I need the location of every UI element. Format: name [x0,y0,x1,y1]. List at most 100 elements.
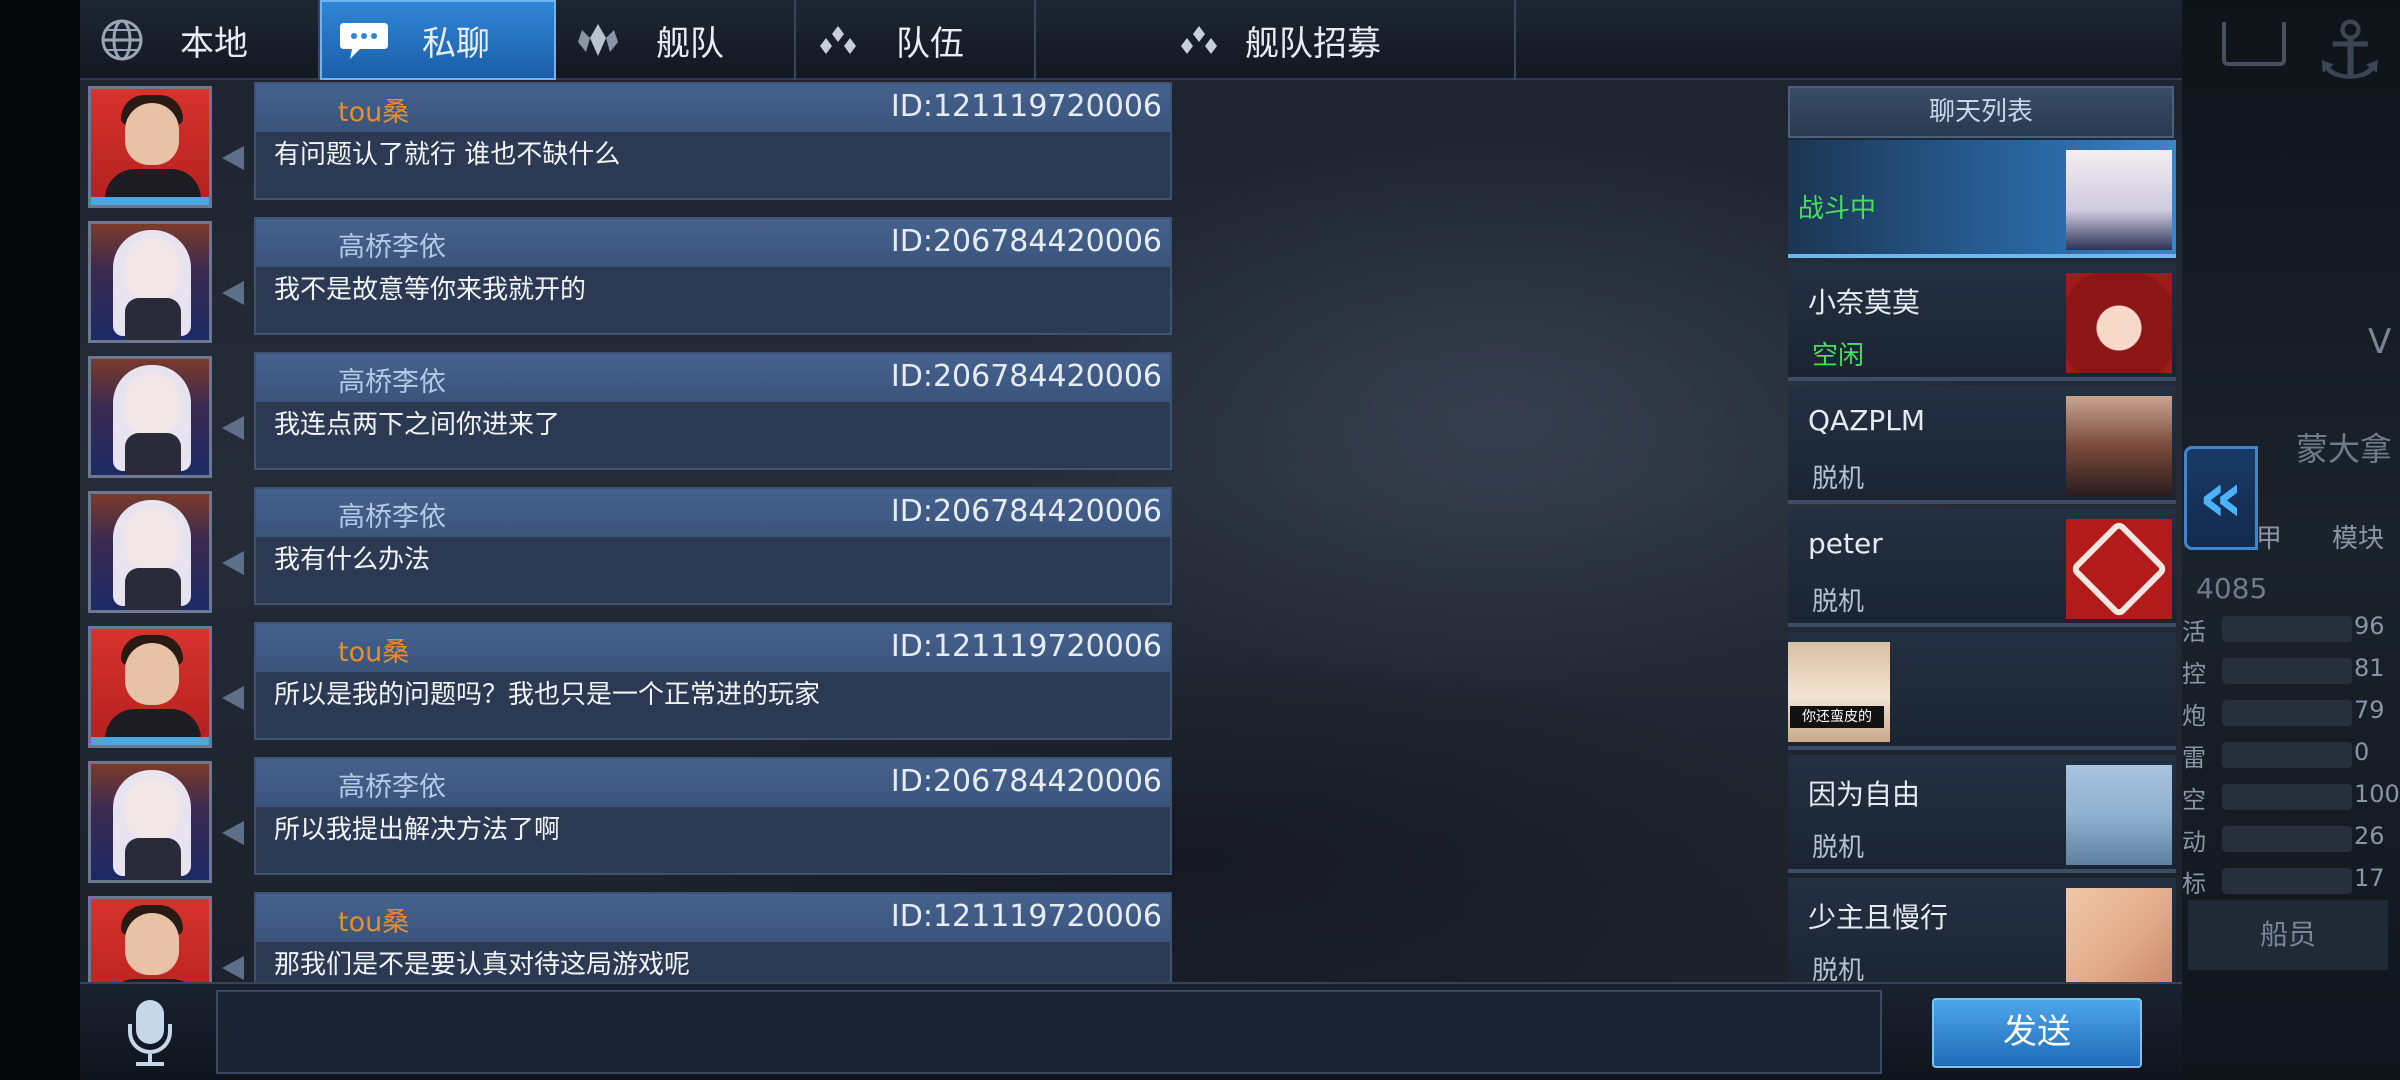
chat-message-input[interactable] [216,990,1882,1074]
sender-name[interactable]: tou桑 [338,900,409,939]
contact-status: 空闲 [1812,341,1865,371]
tab-fleet[interactable]: 舰队 [556,0,796,80]
send-button[interactable]: 发送 [1932,998,2142,1068]
sender-name[interactable]: 高桥李依 [338,765,446,804]
message-row: 高桥李依 ID:206784420006 我连点两下之间你进来了 [80,352,1180,478]
bubble-pointer-icon [222,146,244,170]
bubble-pointer-icon [222,821,244,845]
stat-value: 0 [2354,738,2370,766]
chat-list-item[interactable]: 二鸟脱机你还蛮皮的 [1788,632,2176,750]
chat-list-item[interactable]: QAZPLM 脱机 [1788,386,2176,504]
contact-avatar [2066,888,2172,982]
message-text: 所以是我的问题吗？我也只是一个正常进的玩家 [274,680,821,710]
sender-name[interactable]: tou桑 [338,630,409,669]
tab-team[interactable]: 队伍 [796,0,1036,80]
anchor-icon[interactable]: ⚓ [2310,6,2390,96]
chat-list-panel[interactable]: 聊天列表 战斗中小奈莫莫空闲QAZPLM脱机peter脱机二鸟脱机你还蛮皮的因为… [1788,86,2176,982]
contact-avatar [2066,150,2172,250]
contact-name: QAZPLM [1808,404,1926,437]
stat-value: 17 [2354,864,2385,892]
tab-label: 本地 [180,23,248,64]
tab-label: 舰队招募 [1245,23,1381,64]
crew-button[interactable]: 船员 [2188,900,2388,970]
message-bubble: 高桥李依 ID:206784420006 我连点两下之间你进来了 [254,352,1172,470]
message-list[interactable]: tou桑 ID:121119720006 有问题认了就行 谁也不缺什么 高桥李依 ID:… [80,82,1180,982]
contact-name: 少主且慢行 [1808,901,1949,934]
message-header: tou桑 ID:121119720006 [256,894,1170,942]
message-text: 我不是故意等你来我就开的 [274,275,587,305]
message-row: tou桑 ID:121119720006 有问题认了就行 谁也不缺什么 [80,82,1180,208]
stat-label: 雷 [2182,744,2206,772]
stat-bar [2222,742,2352,768]
stat-label: 标 [2182,870,2206,898]
message-bubble: 高桥李依 ID:206784420006 我不是故意等你来我就开的 [254,217,1172,335]
message-header: 高桥李依 ID:206784420006 [256,489,1170,537]
stat-label: 控 [2182,660,2206,688]
chat-list-item[interactable]: 小奈莫莫空闲 [1788,263,2176,381]
bubble-pointer-icon [222,956,244,980]
stat-bar [2222,616,2352,642]
stat-label: 动 [2182,828,2206,856]
chat-list-header: 聊天列表 [1788,86,2174,138]
tab-private-chat[interactable]: 私聊 [320,0,556,80]
sender-name[interactable]: 高桥李依 [338,225,446,264]
contact-avatar: 你还蛮皮的 [1788,642,1890,742]
sender-name[interactable]: tou桑 [338,90,409,129]
tab-local[interactable]: 本地 [80,0,320,80]
message-row: 高桥李依 ID:206784420006 所以我提出解决方法了啊 [80,757,1180,883]
contact-status: 脱机 [1812,464,1865,494]
stat-value: 81 [2354,654,2385,682]
message-header: tou桑 ID:121119720006 [256,624,1170,672]
message-row: tou桑 ID:121119720006 那我们是不是要认真对待这局游戏呢 [80,892,1180,982]
stat-bar [2222,826,2352,852]
chat-input-bar: 发送 [80,982,2182,1080]
stat-value: 100 [2354,780,2400,808]
microphone-icon[interactable] [116,998,186,1070]
sender-name[interactable]: 高桥李依 [338,360,446,399]
chat-bubble-icon [334,17,394,63]
message-bubble: tou桑 ID:121119720006 有问题认了就行 谁也不缺什么 [254,82,1172,200]
user-avatar[interactable] [88,221,212,343]
sender-name[interactable]: 高桥李依 [338,495,446,534]
chat-list-item[interactable]: 战斗中 [1788,140,2176,258]
message-text: 我有什么办法 [274,545,431,575]
stat-label: 炮 [2182,702,2206,730]
user-avatar[interactable] [88,86,212,208]
message-text: 我连点两下之间你进来了 [274,410,561,440]
contact-status: 脱机 [1812,833,1865,863]
contact-status: 脱机 [1812,587,1865,617]
stat-label: 空 [2182,786,2206,814]
sender-id: ID:206784420006 [890,494,1162,529]
chat-list-item[interactable]: 因为自由 脱机 [1788,755,2176,873]
contact-avatar [2066,396,2172,496]
user-avatar[interactable] [88,491,212,613]
fleet-emblem-icon [568,20,628,60]
chat-list-item[interactable]: peter 脱机 [1788,509,2176,627]
globe-icon [92,17,152,63]
chat-list-item[interactable]: 少主且慢行 脱机 [1788,878,2176,982]
message-text: 那我们是不是要认真对待这局游戏呢 [274,950,691,980]
sender-id: ID:121119720006 [890,629,1162,664]
user-avatar[interactable] [88,761,212,883]
bubble-pointer-icon [222,551,244,575]
message-bubble: 高桥李依 ID:206784420006 我有什么办法 [254,487,1172,605]
stat-value: 96 [2354,612,2385,640]
message-bubble: tou桑 ID:121119720006 所以是我的问题吗？我也只是一个正常进的玩家 [254,622,1172,740]
message-header: tou桑 ID:121119720006 [256,84,1170,132]
panel-tab-module[interactable]: 模块 [2332,518,2384,555]
shopping-cart-icon[interactable] [2222,22,2286,66]
user-avatar[interactable] [88,896,212,982]
tab-label: 私聊 [422,23,490,64]
tab-label: 舰队 [656,23,724,64]
contact-name: 小奈莫莫 [1808,286,1921,319]
stat-label: 活 [2182,618,2206,646]
tab-fleet-recruit[interactable]: 舰队招募 [1036,0,1516,80]
message-row: 高桥李依 ID:206784420006 我有什么办法 [80,487,1180,613]
double-chevron-left-icon[interactable]: « [2184,446,2258,550]
left-edge-strip [0,0,80,1080]
contact-avatar [2066,765,2172,865]
message-header: 高桥李依 ID:206784420006 [256,219,1170,267]
user-avatar[interactable] [88,626,212,748]
message-row: 高桥李依 ID:206784420006 我不是故意等你来我就开的 [80,217,1180,343]
user-avatar[interactable] [88,356,212,478]
